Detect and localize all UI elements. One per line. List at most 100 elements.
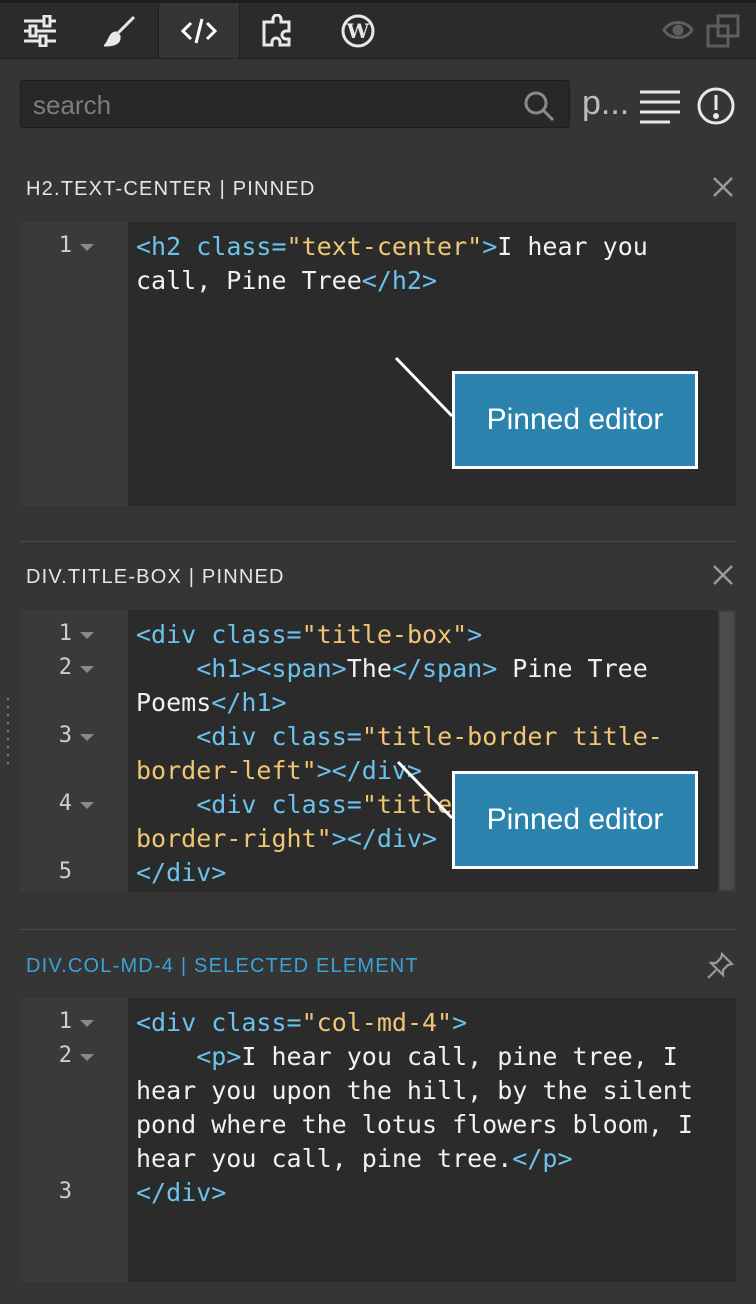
code-token: "title-box" bbox=[301, 620, 468, 649]
sliders-icon bbox=[22, 14, 58, 47]
code-line: <div class="title-border title- bbox=[136, 720, 663, 754]
divider bbox=[20, 929, 736, 930]
code-token: hear you upon the hill, by the silent bbox=[136, 1076, 693, 1105]
code-token: </div> bbox=[136, 1178, 227, 1207]
close-icon[interactable] bbox=[712, 564, 734, 590]
p-filter-label: p... bbox=[582, 84, 630, 122]
svg-text:W: W bbox=[346, 19, 370, 43]
code-token: > bbox=[482, 232, 498, 261]
fold-toggle-icon[interactable] bbox=[80, 1020, 94, 1027]
code-token: = bbox=[286, 1008, 302, 1037]
tab-styles[interactable] bbox=[80, 3, 160, 58]
line-number: 1 bbox=[58, 1009, 72, 1034]
tab-components[interactable] bbox=[238, 3, 318, 58]
tab-properties[interactable] bbox=[0, 3, 80, 58]
code-line: <div class="title-box"> bbox=[136, 618, 663, 652]
line-number: 2 bbox=[58, 1043, 72, 1068]
pinned-editor-callout: Pinned editor bbox=[452, 771, 698, 869]
alert-circle-icon[interactable] bbox=[696, 86, 736, 130]
code-token: = bbox=[271, 232, 287, 261]
code-line: <div class="col-md-4"> bbox=[136, 1006, 693, 1040]
pin-icon[interactable] bbox=[706, 951, 735, 984]
code-token: I hear you call, pine tree, I bbox=[241, 1042, 678, 1071]
code-token: Pine Tree bbox=[497, 654, 648, 683]
line-number: 4 bbox=[58, 791, 72, 816]
panel-title: H2.TEXT-CENTER | PINNED bbox=[26, 178, 316, 200]
code-token: </h2> bbox=[361, 266, 438, 295]
code-line: hear you call, pine tree.</p> bbox=[136, 1142, 693, 1176]
code-line: hear you upon the hill, by the silent bbox=[136, 1074, 693, 1108]
code-token: > bbox=[467, 620, 483, 649]
code-token: ></div> bbox=[331, 824, 438, 853]
line-gutter bbox=[20, 222, 128, 506]
code-line: call, Pine Tree</h2> bbox=[136, 264, 648, 298]
fold-toggle-icon[interactable] bbox=[80, 666, 94, 673]
code-token: <div bbox=[196, 722, 272, 751]
code-token: class bbox=[271, 722, 347, 751]
fold-toggle-icon[interactable] bbox=[80, 802, 94, 809]
code-token: = bbox=[346, 722, 362, 751]
fold-toggle-icon[interactable] bbox=[80, 632, 94, 639]
code-line: pond where the lotus flowers bloom, I bbox=[136, 1108, 693, 1142]
code-token: class bbox=[196, 232, 272, 261]
line-number: 1 bbox=[58, 621, 72, 646]
code-line: Poems</h1> bbox=[136, 686, 663, 720]
code-line: </div> bbox=[136, 1176, 693, 1210]
code-content[interactable]: <div class="col-md-4"> <p>I hear you cal… bbox=[136, 1006, 693, 1210]
panel-title: DIV.TITLE-BOX | PINNED bbox=[26, 566, 285, 588]
close-icon[interactable] bbox=[712, 176, 734, 202]
code-token: class bbox=[271, 790, 347, 819]
code-token: border-left" bbox=[136, 756, 317, 785]
eye-icon[interactable] bbox=[662, 18, 694, 46]
search-icon[interactable] bbox=[523, 90, 555, 126]
panel-title: DIV.COL-MD-4 | SELECTED ELEMENT bbox=[26, 955, 419, 977]
code-token: <p> bbox=[196, 1042, 242, 1071]
code-token: "col-md-4" bbox=[301, 1008, 453, 1037]
wordpress-icon: W bbox=[341, 14, 375, 48]
top-toolbar: W bbox=[0, 0, 756, 59]
detach-window-icon[interactable] bbox=[706, 14, 740, 52]
tab-code[interactable] bbox=[158, 3, 240, 58]
search-box bbox=[20, 80, 570, 128]
brush-icon bbox=[104, 15, 136, 47]
code-token: <div bbox=[136, 620, 212, 649]
code-token: </div> bbox=[136, 858, 227, 887]
puzzle-icon bbox=[261, 13, 295, 48]
code-token: "text-center" bbox=[286, 232, 483, 261]
code-token: call, Pine Tree bbox=[136, 266, 362, 295]
code-token: "title-border title- bbox=[361, 722, 663, 751]
list-icon[interactable] bbox=[640, 90, 680, 128]
fold-toggle-icon[interactable] bbox=[80, 734, 94, 741]
p-filter-button[interactable]: p... bbox=[582, 80, 630, 128]
code-token: <div bbox=[196, 790, 272, 819]
code-token: > bbox=[452, 1008, 468, 1037]
code-token: <div bbox=[136, 1008, 212, 1037]
code-token: pond where the lotus flowers bloom, I bbox=[136, 1110, 693, 1139]
line-number: 3 bbox=[58, 1179, 72, 1204]
tab-wordpress[interactable]: W bbox=[318, 3, 398, 58]
code-line: <h1><span>The</span> Pine Tree bbox=[136, 652, 663, 686]
callout-pointer bbox=[394, 356, 454, 418]
code-editor[interactable]: 1 2 3 <div class="col-md-4"> <p>I hear you… bbox=[20, 998, 736, 1282]
pinned-editor-callout: Pinned editor bbox=[452, 371, 698, 469]
code-token: </span> bbox=[391, 654, 498, 683]
editor-scrollbar[interactable] bbox=[718, 610, 736, 892]
line-gutter bbox=[20, 998, 128, 1282]
line-number: 1 bbox=[58, 233, 72, 258]
line-number: 5 bbox=[58, 859, 72, 884]
search-input[interactable] bbox=[31, 87, 515, 123]
code-token: = bbox=[286, 620, 302, 649]
code-line: <h2 class="text-center">I hear you bbox=[136, 230, 648, 264]
code-content[interactable]: <h2 class="text-center">I hear you call, … bbox=[136, 230, 648, 298]
code-token: Poems bbox=[136, 688, 212, 717]
fold-toggle-icon[interactable] bbox=[80, 1054, 94, 1061]
line-gutter bbox=[20, 610, 128, 892]
code-token: <h2 bbox=[136, 232, 197, 261]
code-token: I hear you bbox=[497, 232, 648, 261]
fold-toggle-icon[interactable] bbox=[80, 244, 94, 251]
resize-grip[interactable] bbox=[6, 696, 10, 766]
